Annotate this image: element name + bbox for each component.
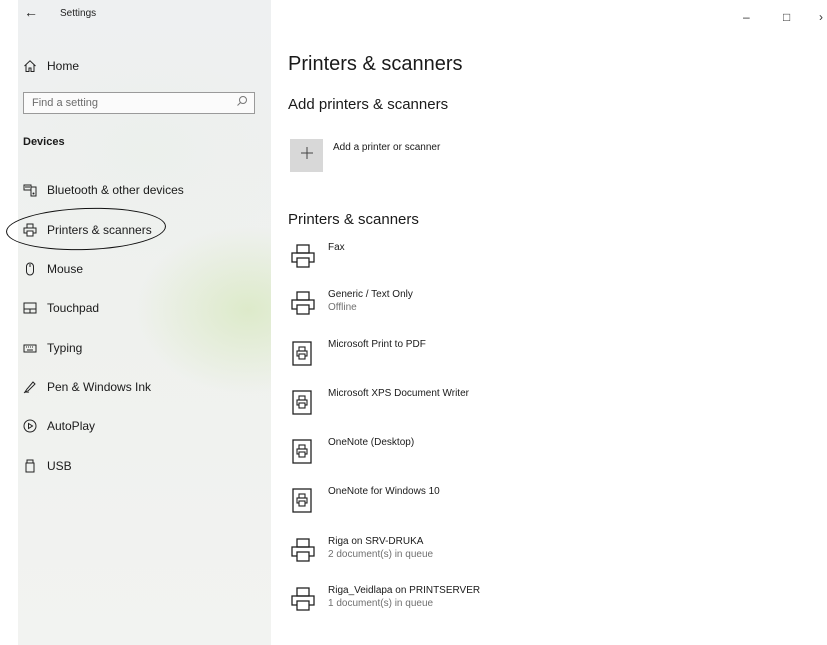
sidebar-item-label: USB: [47, 459, 72, 473]
sidebar-item-bluetooth[interactable]: Bluetooth & other devices: [18, 175, 271, 205]
search-placeholder: Find a setting: [32, 97, 99, 109]
printer-icon: [290, 585, 316, 613]
printer-item-fax[interactable]: Fax: [290, 242, 590, 282]
printer-item-riga-srv-druka[interactable]: Riga on SRV-DRUKA 2 document(s) in queue: [290, 536, 590, 576]
printer-item-generic-text[interactable]: Generic / Text Only Offline: [290, 289, 590, 329]
printer-status: 1 document(s) in queue: [328, 598, 434, 609]
sidebar-item-label: Mouse: [47, 262, 84, 276]
printer-name: Riga_Veidlapa on PRINTSERVER: [328, 585, 481, 596]
printer-item-xps-writer[interactable]: Microsoft XPS Document Writer: [290, 388, 590, 428]
printer-item-riga-veidlapa[interactable]: Riga_Veidlapa on PRINTSERVER 1 document(…: [290, 585, 590, 625]
bluetooth-devices-icon: [22, 182, 38, 198]
sidebar-item-autoplay[interactable]: AutoPlay: [18, 411, 271, 441]
printer-name: Generic / Text Only: [328, 289, 413, 300]
document-printer-icon: [290, 486, 316, 514]
printer-name: OneNote for Windows 10: [328, 486, 440, 497]
sidebar-item-typing[interactable]: Typing: [18, 333, 271, 363]
printers-list-heading: Printers & scanners: [288, 211, 419, 228]
sidebar-item-label: Bluetooth & other devices: [47, 183, 184, 197]
printer-status: 2 document(s) in queue: [328, 549, 434, 560]
sidebar-item-home[interactable]: Home: [18, 51, 271, 81]
section-heading-devices: Devices: [23, 136, 65, 148]
sidebar-item-label: Home: [47, 59, 80, 73]
printer-icon: [290, 289, 316, 317]
sidebar-item-mouse[interactable]: Mouse: [18, 254, 271, 284]
sidebar-item-touchpad[interactable]: Touchpad: [18, 293, 271, 323]
add-printer-label[interactable]: Add a printer or scanner: [333, 142, 440, 153]
minimize-button[interactable]: –: [743, 10, 750, 24]
printer-status: Offline: [328, 302, 357, 313]
printer-name: OneNote (Desktop): [328, 437, 415, 448]
close-button[interactable]: ›: [819, 10, 823, 24]
keyboard-icon: [22, 340, 38, 356]
printer-name: Microsoft Print to PDF: [328, 339, 426, 350]
window-title: Settings: [60, 8, 97, 19]
printer-name: Microsoft XPS Document Writer: [328, 388, 469, 399]
sidebar-item-label: Touchpad: [47, 301, 100, 315]
page-title: Printers & scanners: [288, 53, 463, 75]
search-input[interactable]: Find a setting: [23, 92, 255, 114]
back-arrow-icon[interactable]: ←: [24, 4, 38, 20]
printer-item-print-to-pdf[interactable]: Microsoft Print to PDF: [290, 339, 590, 379]
printer-icon: [290, 242, 316, 270]
pen-icon: [22, 379, 38, 395]
touchpad-icon: [22, 300, 38, 316]
sidebar-item-usb[interactable]: USB: [18, 451, 271, 481]
printer-name: Riga on SRV-DRUKA: [328, 536, 424, 547]
add-printer-button[interactable]: [290, 139, 323, 172]
maximize-button[interactable]: □: [783, 10, 790, 24]
printer-icon: [290, 536, 316, 564]
mouse-icon: [22, 261, 38, 277]
plus-icon: [300, 146, 314, 165]
printer-name: Fax: [328, 242, 345, 253]
printer-item-onenote-win10[interactable]: OneNote for Windows 10: [290, 486, 590, 526]
printer-item-onenote-desktop[interactable]: OneNote (Desktop): [290, 437, 590, 477]
sidebar-item-label: AutoPlay: [47, 419, 96, 433]
sidebar-item-label: Pen & Windows Ink: [47, 380, 152, 394]
search-icon: [236, 94, 248, 112]
autoplay-icon: [22, 418, 38, 434]
sidebar-item-pen[interactable]: Pen & Windows Ink: [18, 372, 271, 402]
usb-icon: [22, 458, 38, 474]
document-printer-icon: [290, 339, 316, 367]
add-printers-heading: Add printers & scanners: [288, 96, 449, 113]
document-printer-icon: [290, 388, 316, 416]
home-icon: [22, 58, 38, 74]
document-printer-icon: [290, 437, 316, 465]
sidebar-item-label: Typing: [47, 341, 83, 355]
